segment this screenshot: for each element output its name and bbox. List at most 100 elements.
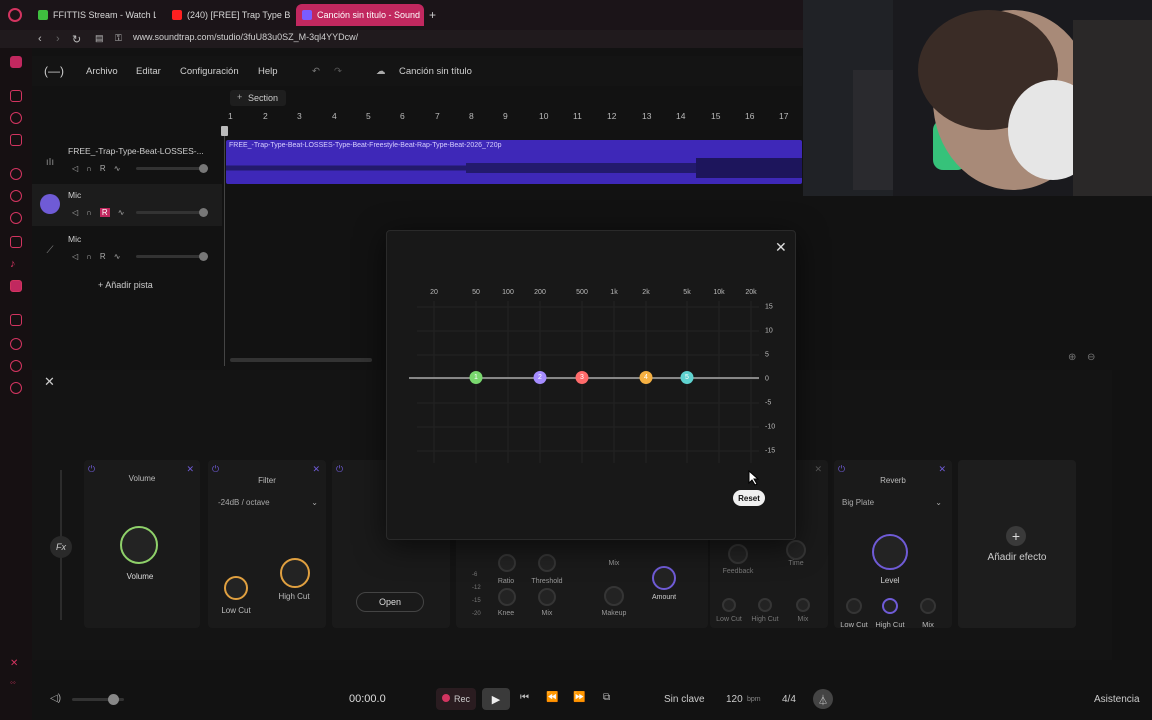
help-link[interactable]: Asistencia [1094,694,1140,705]
record-arm-button[interactable]: R [100,252,106,261]
horizontal-scrollbar[interactable] [230,358,372,362]
reload-icon[interactable]: ↻ [72,33,81,46]
speaker-icon[interactable]: ◁) [50,693,61,704]
track-name[interactable]: Mic [68,234,208,244]
low-cut-knob[interactable] [224,576,248,600]
page-info-icon[interactable]: ▤ [95,33,104,44]
track-name[interactable]: FREE_-Trap-Type-Beat-LOSSES-... [68,146,208,156]
makeup-knob[interactable] [604,586,624,606]
track-row[interactable]: ıIı FREE_-Trap-Type-Beat-LOSSES-... ◁ ∩ R ∿ [32,140,222,182]
key-selector[interactable]: Sin clave [664,694,705,705]
lock-icon[interactable]: ⚿ [115,33,122,44]
skip-back-icon[interactable]: ⏮ [520,692,529,703]
slider-handle[interactable] [199,208,208,217]
mail-icon[interactable] [10,134,22,146]
amount-knob[interactable] [652,566,676,590]
plus-icon[interactable]: + [1006,526,1026,546]
remove-effect-icon[interactable]: ✕ [938,464,946,475]
menu-archivo[interactable]: Archivo [86,66,118,77]
add-effect-card[interactable]: + Añadir efecto [958,460,1076,628]
add-track-button[interactable]: + Añadir pista [98,280,153,290]
feedback-knob[interactable] [728,544,748,564]
redo-icon[interactable]: ↷ [334,66,342,77]
record-arm-button[interactable]: R [99,208,110,217]
track-name[interactable]: Mic [68,190,208,200]
loop-icon[interactable]: ⧉ [603,692,610,703]
section-button[interactable]: + Section [230,90,286,106]
tab-ffittis[interactable]: FFITTIS Stream - Watch Li [32,4,156,26]
eq-band-handle-2[interactable]: 2 [533,371,547,384]
power-icon[interactable]: ⏻ [212,464,219,475]
power-icon[interactable]: ⏻ [838,464,845,475]
mix-knob[interactable] [796,598,810,612]
extension-icon[interactable] [10,360,22,372]
back-icon[interactable]: ‹ [38,33,42,45]
messenger-icon[interactable] [10,168,22,180]
high-cut-knob[interactable] [758,598,772,612]
timeline-ruler[interactable]: 1 2 3 4 5 6 7 8 9 10 11 12 13 14 15 16 17 [224,108,802,128]
eq-band-handle-3[interactable]: 3 [575,371,589,384]
zoom-in-icon[interactable]: ⊕ [1068,352,1076,363]
song-title[interactable]: Canción sin título [399,66,472,77]
tab-soundtrap[interactable]: Canción sin título - Sound [296,4,424,26]
time-knob[interactable] [786,540,806,560]
threshold-knob[interactable] [538,554,556,572]
track-volume-slider[interactable] [136,164,208,173]
ratio-knob[interactable] [498,554,516,572]
slider-handle[interactable] [199,164,208,173]
tab-youtube[interactable]: (240) [FREE] Trap Type Be [166,4,290,26]
tv-icon[interactable] [10,314,22,326]
slider-handle[interactable] [108,694,119,705]
high-cut-knob[interactable] [280,558,310,588]
record-arm-button[interactable]: R [100,164,106,173]
menu-help[interactable]: Help [258,66,278,77]
mix-knob[interactable] [538,588,556,606]
new-tab-icon[interactable]: + [429,8,436,22]
slope-dropdown[interactable]: -24dB / octave ⌄ [218,498,318,507]
track-volume-slider[interactable] [136,252,208,261]
automation-icon[interactable]: ∿ [114,252,121,261]
power-icon[interactable]: ⏻ [336,464,343,475]
chat-icon[interactable] [10,190,22,202]
low-cut-knob[interactable] [846,598,862,614]
record-button[interactable]: Rec [436,688,476,710]
eq-band-handle-5[interactable]: 5 [680,371,694,384]
app-icon[interactable] [10,56,22,68]
knee-knob[interactable] [498,588,516,606]
eq-band-handle-4[interactable]: 4 [639,371,653,384]
eq-band-handle-1[interactable]: 1 [469,371,483,384]
track-row[interactable]: Mic ◁ ∩ R ∿ [32,184,222,226]
mute-icon[interactable]: ◁ [72,252,78,261]
level-knob[interactable] [872,534,908,570]
metronome-icon[interactable]: ⏃ [813,689,833,709]
fast-forward-icon[interactable]: ⏩ [573,692,585,703]
menu-configuracion[interactable]: Configuración [180,66,239,77]
track-volume-slider[interactable] [136,208,208,217]
time-signature[interactable]: 4/4 [782,694,796,705]
mix-knob[interactable] [920,598,936,614]
mute-icon[interactable]: ◁ [72,208,78,217]
slider-handle[interactable] [199,252,208,261]
news-icon[interactable] [10,90,22,102]
high-cut-knob[interactable] [882,598,898,614]
low-cut-knob[interactable] [722,598,736,612]
whatsapp-icon[interactable] [10,212,22,224]
url-field[interactable]: www.soundtrap.com/studio/3fuU83u0SZ_M-3q… [133,32,358,42]
fx-icon[interactable]: Fx [50,536,72,558]
automation-icon[interactable]: ∿ [118,208,125,217]
volume-knob[interactable] [120,526,158,564]
playhead-handle[interactable] [221,126,228,136]
menu-editar[interactable]: Editar [136,66,161,77]
store-icon[interactable] [10,112,22,124]
pin-icon[interactable]: ✕ [10,658,18,669]
undo-icon[interactable]: ↶ [312,66,320,77]
discord-icon[interactable] [10,280,22,292]
browser-logo-icon[interactable] [8,8,22,22]
master-volume-slider[interactable] [72,694,124,705]
close-icon[interactable]: ✕ [44,374,55,390]
mute-icon[interactable]: ◁ [72,164,78,173]
remove-effect-icon[interactable]: ✕ [312,464,320,475]
play-button[interactable]: ▶ [482,688,510,710]
rewind-icon[interactable]: ⏪ [546,692,558,703]
instagram-icon[interactable] [10,236,22,248]
